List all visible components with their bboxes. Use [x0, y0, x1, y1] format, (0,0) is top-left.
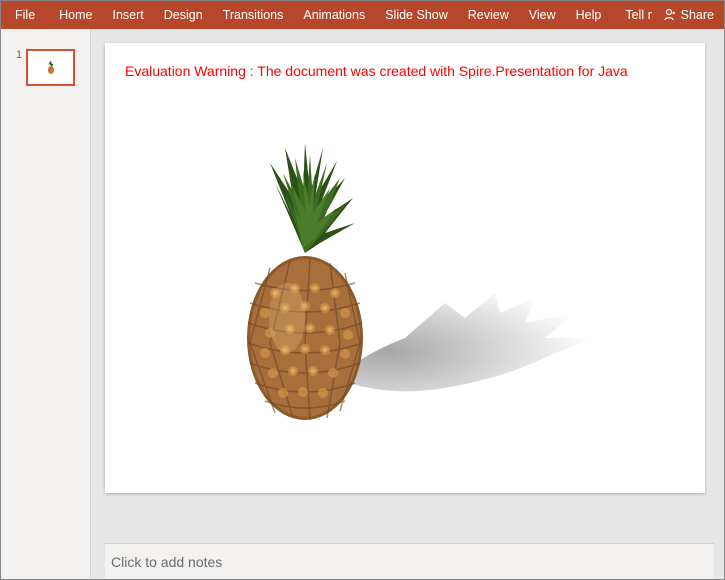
thumbnail-panel: 1	[1, 29, 91, 579]
ribbon: File Home Insert Design Transitions Anim…	[1, 1, 724, 29]
tab-slide-show[interactable]: Slide Show	[375, 1, 458, 29]
pineapple-svg	[215, 143, 395, 423]
slide-thumbnail-1[interactable]	[26, 49, 75, 86]
tab-animations[interactable]: Animations	[293, 1, 375, 29]
tab-help[interactable]: Help	[566, 1, 612, 29]
tab-review[interactable]: Review	[458, 1, 519, 29]
share-icon	[662, 8, 676, 22]
tab-design[interactable]: Design	[154, 1, 213, 29]
share-button[interactable]: Share	[652, 8, 724, 22]
main-area: 1 Evaluation Warning : The document was …	[1, 29, 724, 579]
tell-me-label: Tell me w	[625, 8, 651, 22]
tab-home[interactable]: Home	[49, 1, 102, 29]
tell-me-search[interactable]: Tell me w	[611, 7, 651, 23]
tab-view[interactable]: View	[519, 1, 566, 29]
thumbnail-number: 1	[16, 49, 22, 61]
notes-placeholder: Click to add notes	[111, 554, 222, 570]
pineapple-icon	[46, 61, 56, 75]
thumbnail-row: 1	[16, 49, 75, 86]
evaluation-warning-text: Evaluation Warning : The document was cr…	[125, 63, 685, 79]
tab-transitions[interactable]: Transitions	[213, 1, 294, 29]
slide-canvas[interactable]: Evaluation Warning : The document was cr…	[105, 43, 705, 493]
tab-file[interactable]: File	[1, 1, 49, 29]
editor-area: Evaluation Warning : The document was cr…	[91, 29, 724, 579]
notes-pane[interactable]: Click to add notes	[105, 543, 714, 579]
share-label: Share	[681, 8, 714, 22]
pineapple-image[interactable]	[205, 143, 635, 443]
tab-insert[interactable]: Insert	[103, 1, 154, 29]
slide-area: Evaluation Warning : The document was cr…	[105, 43, 714, 529]
